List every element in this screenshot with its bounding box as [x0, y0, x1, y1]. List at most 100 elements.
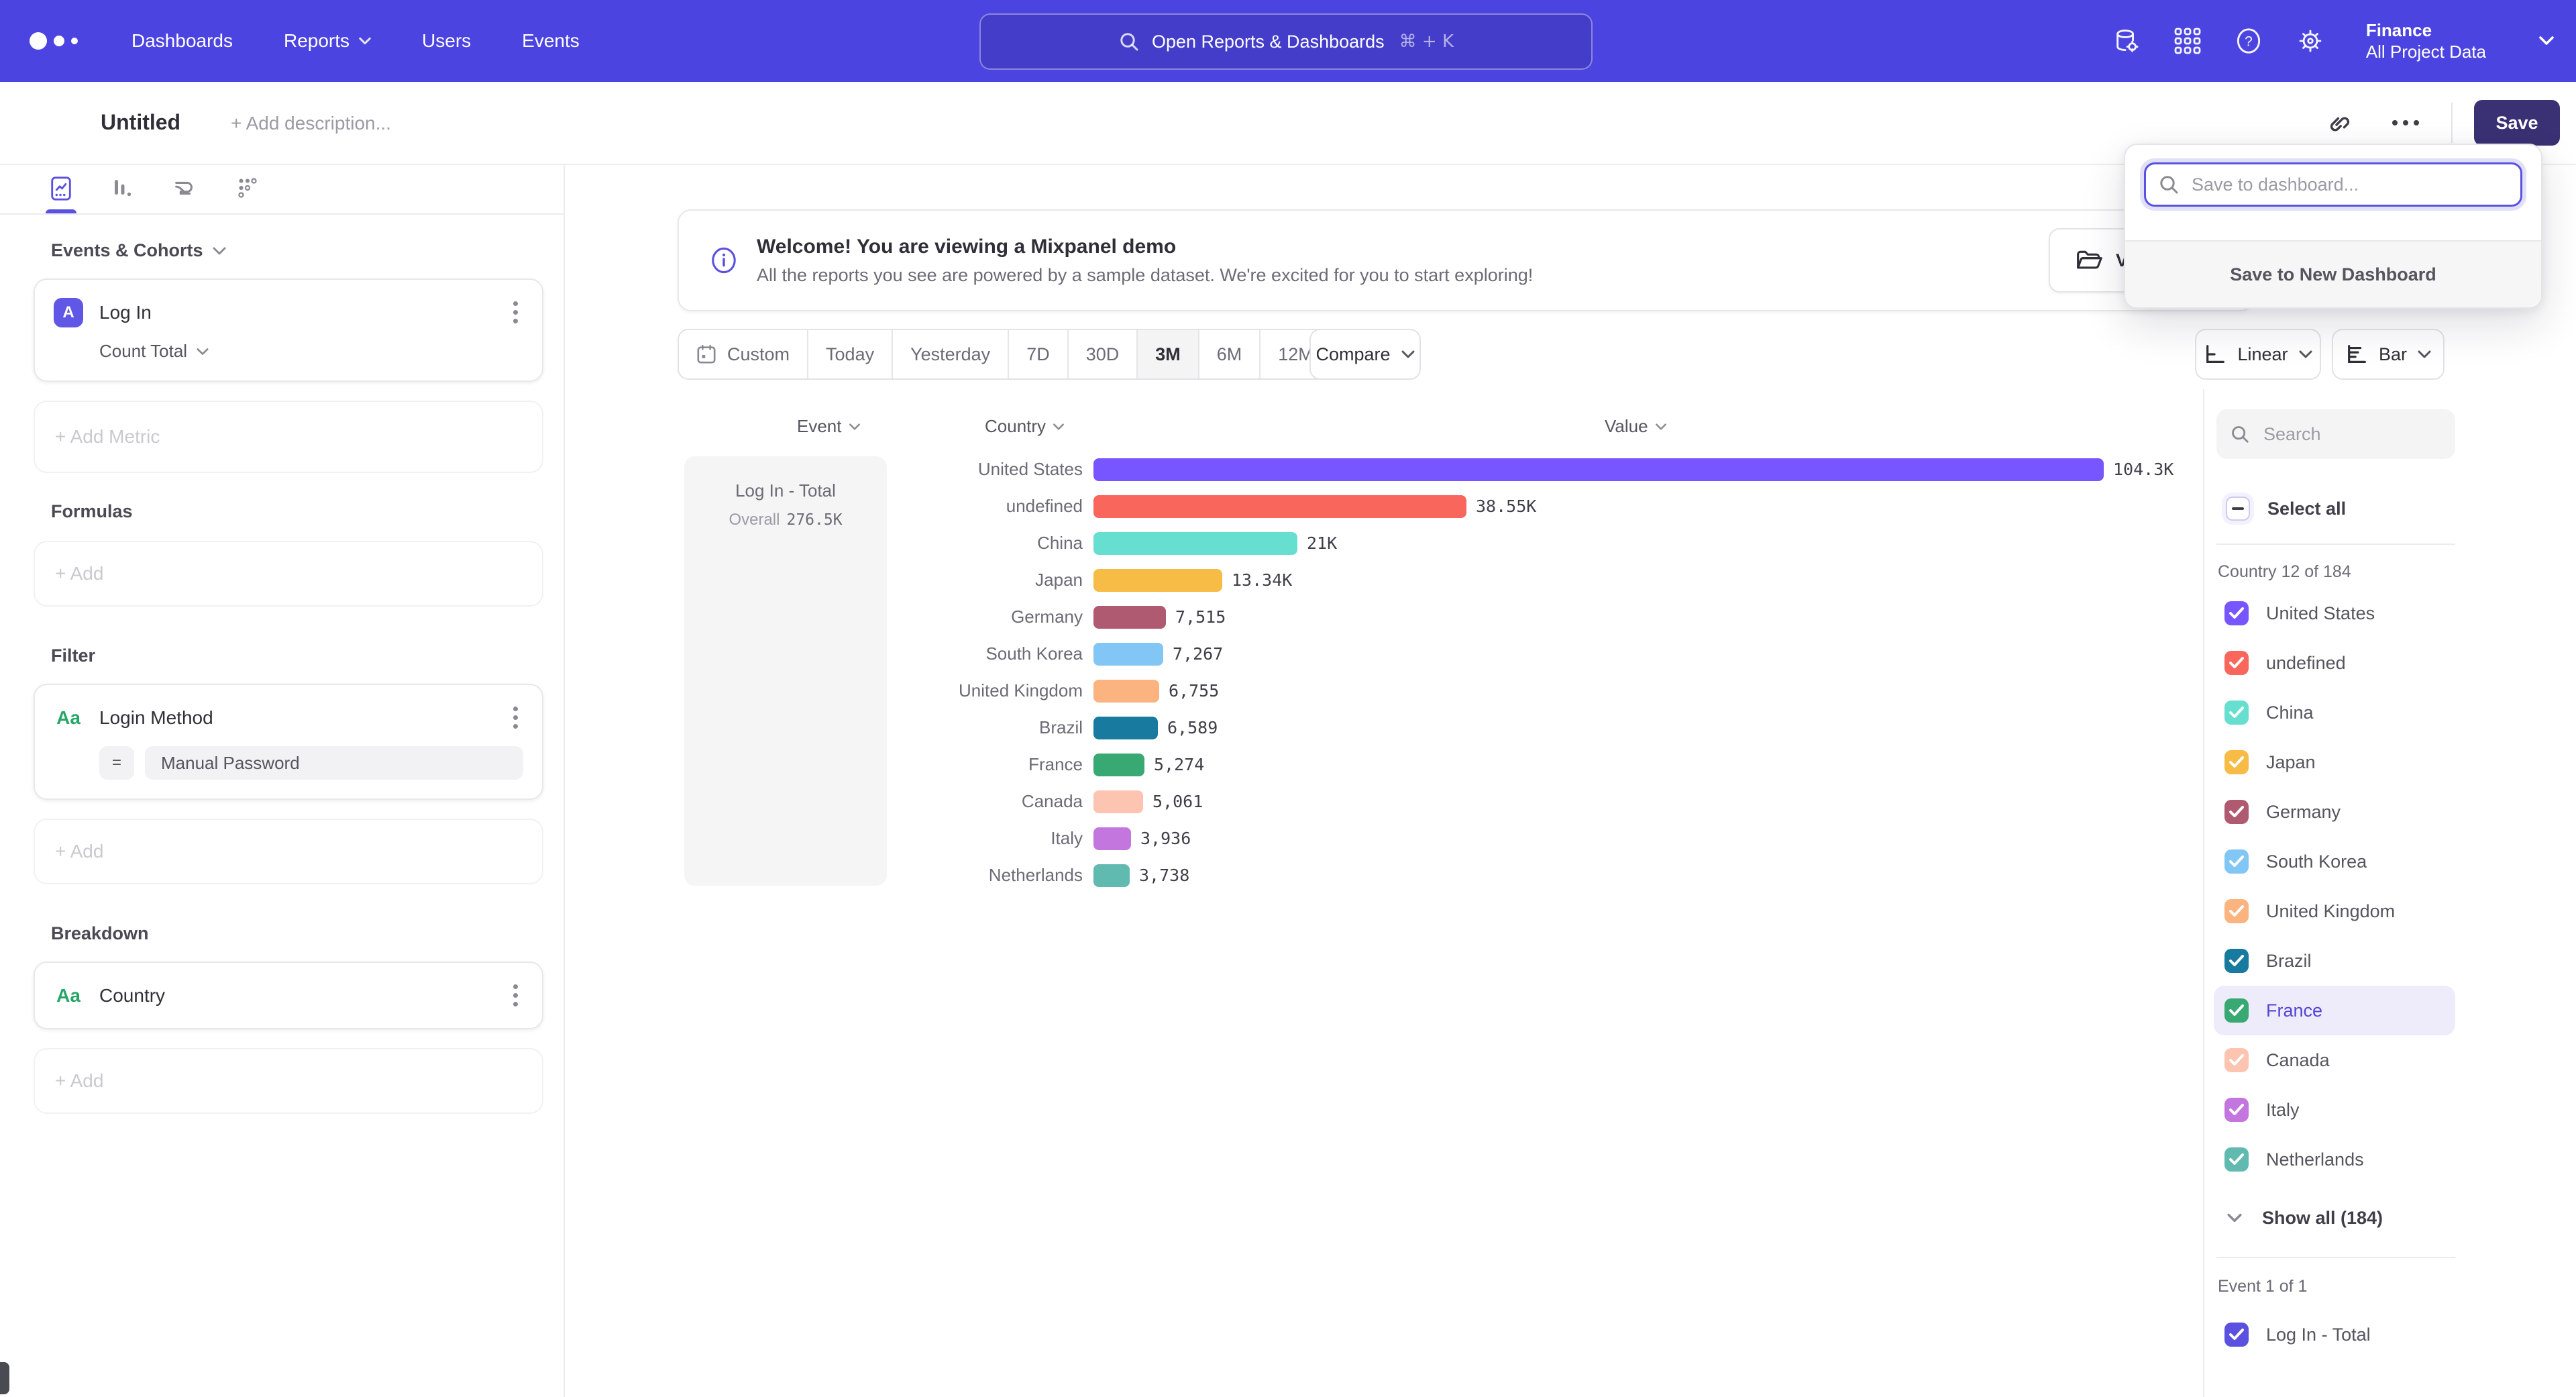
nav-item-reports[interactable]: Reports: [284, 30, 371, 52]
add-formula-button[interactable]: + Add: [34, 541, 543, 607]
column-header-value[interactable]: Value: [1605, 416, 1667, 437]
breakdown-property-name[interactable]: Country: [99, 985, 508, 1006]
event-filter-item[interactable]: Log In - Total: [2216, 1310, 2576, 1359]
segment-search-box[interactable]: [2216, 409, 2455, 459]
scale-selector-button[interactable]: Linear: [2195, 329, 2321, 380]
metric-kebab-icon[interactable]: [508, 296, 523, 329]
aggregation-selector[interactable]: Count Total: [99, 341, 523, 362]
filter-property-name[interactable]: Login Method: [99, 707, 508, 729]
save-button[interactable]: Save: [2474, 100, 2560, 146]
segment-search-input[interactable]: [2261, 423, 2440, 446]
range-yesterday[interactable]: Yesterday: [893, 330, 1009, 378]
country-filter-label: United States: [2266, 603, 2375, 624]
chart-bar[interactable]: [1093, 717, 1158, 739]
country-filter-item[interactable]: undefined: [2214, 638, 2455, 688]
tab-insights[interactable]: [47, 164, 75, 213]
checkbox[interactable]: [2224, 601, 2249, 625]
show-all-button[interactable]: Show all (184): [2216, 1198, 2576, 1238]
apps-grid-icon[interactable]: [2174, 28, 2201, 54]
report-title[interactable]: Untitled: [101, 110, 180, 135]
nav-item-dashboards[interactable]: Dashboards: [131, 30, 233, 52]
compare-button[interactable]: Compare: [1309, 329, 1421, 380]
checkbox[interactable]: [2224, 651, 2249, 675]
chart-bar[interactable]: [1093, 532, 1297, 555]
tab-retention[interactable]: [170, 164, 200, 213]
chart-type-button[interactable]: Bar: [2332, 329, 2445, 380]
select-all-checkbox[interactable]: [2226, 497, 2250, 521]
add-metric-button[interactable]: + Add Metric: [34, 401, 543, 473]
tab-funnels[interactable]: [109, 164, 137, 213]
checkbox[interactable]: [2224, 949, 2249, 973]
scrollbar-thumb[interactable]: [0, 1362, 9, 1394]
country-filter-item[interactable]: Netherlands: [2214, 1135, 2455, 1184]
checkbox[interactable]: [2224, 1323, 2249, 1347]
column-header-country[interactable]: Country: [985, 416, 1065, 437]
add-breakdown-button[interactable]: + Add: [34, 1048, 543, 1114]
copy-link-icon[interactable]: [2317, 101, 2360, 144]
save-dashboard-search-input[interactable]: [2189, 173, 2520, 197]
chart-bar[interactable]: [1093, 864, 1130, 887]
search-icon: [1118, 31, 1140, 52]
checkbox[interactable]: [2224, 849, 2249, 874]
help-icon[interactable]: ?: [2235, 27, 2263, 55]
range-30d[interactable]: 30D: [1069, 330, 1138, 378]
breakdown-card[interactable]: Aa Country: [34, 962, 543, 1029]
checkbox[interactable]: [2224, 998, 2249, 1023]
select-all-row[interactable]: Select all: [2216, 497, 2576, 521]
project-selector[interactable]: Finance All Project Data: [2366, 19, 2486, 63]
metric-card[interactable]: A Log In Count Total: [34, 278, 543, 382]
global-search-button[interactable]: Open Reports & Dashboards ⌘ + K: [979, 13, 1593, 70]
range-7d[interactable]: 7D: [1009, 330, 1069, 378]
add-filter-button[interactable]: + Add: [34, 819, 543, 884]
checkbox[interactable]: [2224, 701, 2249, 725]
filter-operator[interactable]: =: [99, 746, 134, 780]
events-cohorts-heading[interactable]: Events & Cohorts: [51, 240, 543, 261]
country-filter-item[interactable]: France: [2214, 986, 2455, 1035]
add-description-field[interactable]: + Add description...: [231, 113, 391, 134]
more-options-icon[interactable]: [2384, 112, 2427, 134]
chart-bar[interactable]: [1093, 680, 1159, 703]
checkbox[interactable]: [2224, 1048, 2249, 1072]
country-filter-item[interactable]: Canada: [2214, 1035, 2455, 1085]
checkbox[interactable]: [2224, 1147, 2249, 1172]
chart-bar[interactable]: [1093, 495, 1466, 518]
column-header-event[interactable]: Event: [797, 416, 861, 437]
range-today[interactable]: Today: [808, 330, 893, 378]
chart-bar[interactable]: [1093, 606, 1166, 629]
range-6m[interactable]: 6M: [1199, 330, 1261, 378]
settings-gear-icon[interactable]: [2296, 27, 2324, 55]
chart-bar[interactable]: [1093, 569, 1222, 592]
checkbox[interactable]: [2224, 750, 2249, 774]
save-dashboard-search-box[interactable]: [2144, 162, 2522, 207]
nav-item-users[interactable]: Users: [422, 30, 471, 52]
chart-bar[interactable]: [1093, 827, 1131, 850]
country-filter-item[interactable]: Germany: [2214, 787, 2455, 837]
country-filter-item[interactable]: United Kingdom: [2214, 886, 2455, 936]
checkbox[interactable]: [2224, 1098, 2249, 1122]
mixpanel-logo-icon[interactable]: [30, 32, 78, 50]
nav-item-events[interactable]: Events: [522, 30, 580, 52]
country-filter-item[interactable]: Japan: [2214, 737, 2455, 787]
checkbox[interactable]: [2224, 800, 2249, 824]
chart-bar[interactable]: [1093, 790, 1143, 813]
chart-bar[interactable]: [1093, 643, 1163, 666]
metric-event-name[interactable]: Log In: [99, 302, 508, 323]
country-filter-item[interactable]: South Korea: [2214, 837, 2455, 886]
breakdown-kebab-icon[interactable]: [508, 979, 523, 1012]
chart-bar[interactable]: [1093, 458, 2104, 481]
data-management-icon[interactable]: [2112, 27, 2141, 55]
country-filter-item[interactable]: Italy: [2214, 1085, 2455, 1135]
range-3m[interactable]: 3M: [1138, 330, 1199, 378]
filter-value[interactable]: Manual Password: [145, 746, 523, 780]
checkbox[interactable]: [2224, 899, 2249, 923]
chevron-down-icon[interactable]: [2538, 36, 2555, 46]
filter-kebab-icon[interactable]: [508, 701, 523, 734]
range-custom[interactable]: Custom: [679, 330, 808, 378]
country-filter-item[interactable]: United States: [2214, 588, 2455, 638]
save-to-new-dashboard-button[interactable]: Save to New Dashboard: [2125, 240, 2541, 307]
country-filter-item[interactable]: Brazil: [2214, 936, 2455, 986]
chart-bar[interactable]: [1093, 754, 1144, 776]
filter-card[interactable]: Aa Login Method = Manual Password: [34, 684, 543, 800]
country-filter-item[interactable]: China: [2214, 688, 2455, 737]
tab-flows[interactable]: [233, 164, 262, 213]
